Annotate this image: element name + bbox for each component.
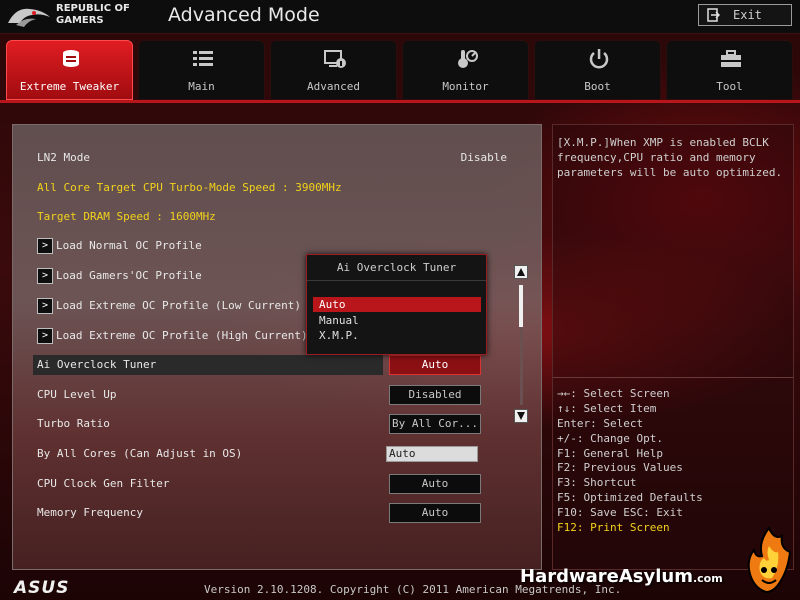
scroll-down-button[interactable] — [514, 409, 528, 423]
memory-frequency-label: Memory Frequency — [37, 506, 143, 519]
exit-label: Exit — [733, 8, 762, 22]
key-hint: +/-: Change Opt. — [557, 432, 663, 445]
ln2-mode-row[interactable]: LN2 Mode Disable — [37, 151, 507, 169]
watermark-main: HardwareAsylum — [520, 566, 693, 587]
cpu-level-up-select[interactable]: Disabled — [389, 385, 481, 405]
tab-label: Extreme Tweaker — [19, 80, 120, 93]
power-icon — [589, 49, 609, 69]
list-icon — [193, 51, 213, 66]
profile-label: Load Extreme OC Profile (High Current) — [56, 329, 308, 342]
popup-option-xmp[interactable]: X.M.P. — [313, 328, 481, 343]
cpu-level-up-label: CPU Level Up — [37, 388, 117, 401]
tab-main[interactable]: Main — [138, 40, 265, 100]
tab-underline — [0, 100, 800, 103]
tab-label: Monitor — [442, 80, 489, 93]
watermark-suffix: .com — [692, 572, 723, 585]
help-panel: [X.M.P.]When XMP is enabled BCLK frequen… — [552, 124, 794, 570]
turbo-speed-info: All Core Target CPU Turbo-Mode Speed : 3… — [37, 181, 342, 194]
popup-title: Ai Overclock Tuner — [307, 255, 486, 281]
tab-label: Advanced — [307, 80, 360, 93]
exit-door-icon — [707, 8, 720, 22]
triangle-up-icon — [517, 268, 525, 276]
triangle-down-icon — [517, 412, 525, 420]
tab-extreme-tweaker[interactable]: Extreme Tweaker — [6, 40, 133, 100]
ln2-mode-label: LN2 Mode — [37, 151, 90, 164]
tab-boot[interactable]: Boot — [534, 40, 661, 100]
profile-label: Load Extreme OC Profile (Low Current) — [56, 299, 302, 312]
by-all-cores-label: By All Cores (Can Adjust in OS) — [37, 447, 243, 460]
key-hint: F10: Save ESC: Exit — [557, 506, 683, 519]
turbo-ratio-label: Turbo Ratio — [37, 417, 110, 430]
tweaker-icon — [63, 50, 79, 67]
tab-label: Tool — [716, 80, 743, 93]
key-hint: Enter: Select — [557, 417, 644, 430]
flame-mascot-icon — [747, 526, 792, 594]
watermark-text: HardwareAsylum.com — [520, 566, 723, 587]
asus-logo: ASUS — [14, 578, 70, 598]
toolbox-icon — [721, 50, 741, 67]
popup-option-manual[interactable]: Manual — [313, 313, 481, 328]
ai-overclock-tuner-label[interactable]: Ai Overclock Tuner — [37, 358, 156, 376]
key-hint: F5: Optimized Defaults — [557, 491, 703, 504]
brand-line-2: GAMERS — [56, 15, 104, 26]
cpu-clock-gen-filter-label: CPU Clock Gen Filter — [37, 477, 170, 490]
tab-label: Main — [188, 80, 215, 93]
dram-speed-info: Target DRAM Speed : 1600MHz — [37, 210, 216, 223]
brand-text: REPUBLIC OF GAMERS — [56, 3, 130, 27]
exit-button[interactable]: Exit — [698, 4, 792, 26]
popup-option-auto[interactable]: Auto — [313, 297, 481, 312]
by-all-cores-input[interactable]: Auto — [386, 446, 478, 462]
key-hint: ↑↓: Select Item — [557, 402, 657, 415]
key-hint: F3: Shortcut — [557, 476, 637, 489]
submenu-arrow-icon: > — [37, 268, 53, 284]
key-hint: →←: Select Screen — [557, 387, 670, 400]
tab-tool[interactable]: Tool — [666, 40, 793, 100]
profile-label: Load Gamers'OC Profile — [56, 269, 202, 282]
page-title: Advanced Mode — [168, 4, 320, 26]
header-bar: REPUBLIC OF GAMERS Advanced Mode Exit — [0, 0, 800, 34]
help-divider — [553, 377, 793, 378]
help-description: [X.M.P.]When XMP is enabled BCLK frequen… — [557, 136, 783, 179]
memory-frequency-select[interactable]: Auto — [389, 503, 481, 523]
tab-bar: Extreme Tweaker Main Advanced Monitor Bo… — [6, 40, 794, 100]
key-hint: F2: Previous Values — [557, 461, 683, 474]
tab-label: Boot — [584, 80, 611, 93]
key-hint: F1: General Help — [557, 447, 663, 460]
tab-monitor[interactable]: Monitor — [402, 40, 529, 100]
profile-label: Load Normal OC Profile — [56, 239, 202, 252]
submenu-arrow-icon: > — [37, 328, 53, 344]
turbo-ratio-select[interactable]: By All Cor... — [389, 414, 481, 434]
ai-overclock-tuner-popup: Ai Overclock Tuner Auto Manual X.M.P. — [306, 254, 487, 355]
rog-logo-icon — [8, 8, 50, 27]
cpu-clock-gen-filter-select[interactable]: Auto — [389, 474, 481, 494]
monitor-icon — [458, 50, 478, 68]
scroll-up-button[interactable] — [514, 265, 528, 279]
submenu-arrow-icon: > — [37, 298, 53, 314]
scrollbar-thumb[interactable] — [519, 285, 523, 327]
ln2-mode-value: Disable — [460, 151, 507, 164]
brand-line-1: REPUBLIC OF — [56, 3, 130, 14]
submenu-arrow-icon: > — [37, 238, 53, 254]
tab-advanced[interactable]: Advanced — [270, 40, 397, 100]
ai-overclock-tuner-select[interactable]: Auto — [389, 355, 481, 375]
key-hint-print-screen: F12: Print Screen — [557, 521, 670, 534]
advanced-icon — [324, 50, 346, 68]
